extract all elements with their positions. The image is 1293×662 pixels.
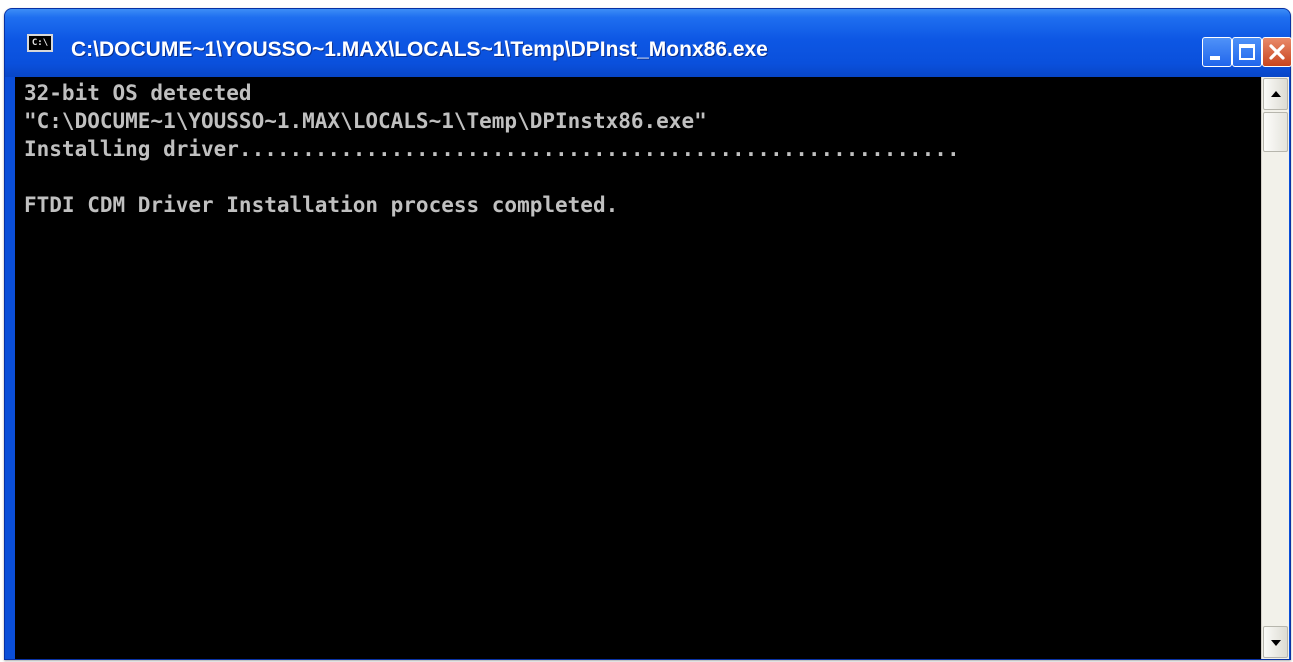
scroll-up-button[interactable] <box>1263 78 1288 110</box>
scroll-down-arrow-icon <box>1271 640 1281 646</box>
title-bar[interactable]: C:\ C:\DOCUME~1\YOUSSO~1.MAX\LOCALS~1\Te… <box>5 9 1292 77</box>
console-line: "C:\DOCUME~1\YOUSSO~1.MAX\LOCALS~1\Temp\… <box>24 109 707 133</box>
console-window: C:\ C:\DOCUME~1\YOUSSO~1.MAX\LOCALS~1\Te… <box>4 8 1292 660</box>
app-icon-label: C:\ <box>31 37 49 48</box>
console-line <box>15 161 1261 189</box>
scroll-down-button[interactable] <box>1263 626 1288 658</box>
console-line: 32-bit OS detected <box>24 81 252 105</box>
scroll-thumb[interactable] <box>1263 112 1288 152</box>
console-line: Installing driver.......................… <box>24 137 960 161</box>
maximize-icon <box>1239 44 1255 60</box>
scroll-up-arrow-icon <box>1271 91 1281 97</box>
maximize-button[interactable] <box>1232 37 1262 67</box>
console-line: FTDI CDM Driver Installation process com… <box>24 193 619 217</box>
minimize-icon <box>1210 56 1220 60</box>
close-button[interactable] <box>1262 37 1292 67</box>
console-output-area[interactable]: 32-bit OS detected "C:\DOCUME~1\YOUSSO~1… <box>15 77 1261 659</box>
minimize-button[interactable] <box>1202 37 1232 67</box>
close-icon <box>1269 44 1285 60</box>
console-window-icon[interactable]: C:\ <box>27 34 53 52</box>
window-title: C:\DOCUME~1\YOUSSO~1.MAX\LOCALS~1\Temp\D… <box>71 38 768 61</box>
vertical-scrollbar[interactable] <box>1261 77 1289 659</box>
